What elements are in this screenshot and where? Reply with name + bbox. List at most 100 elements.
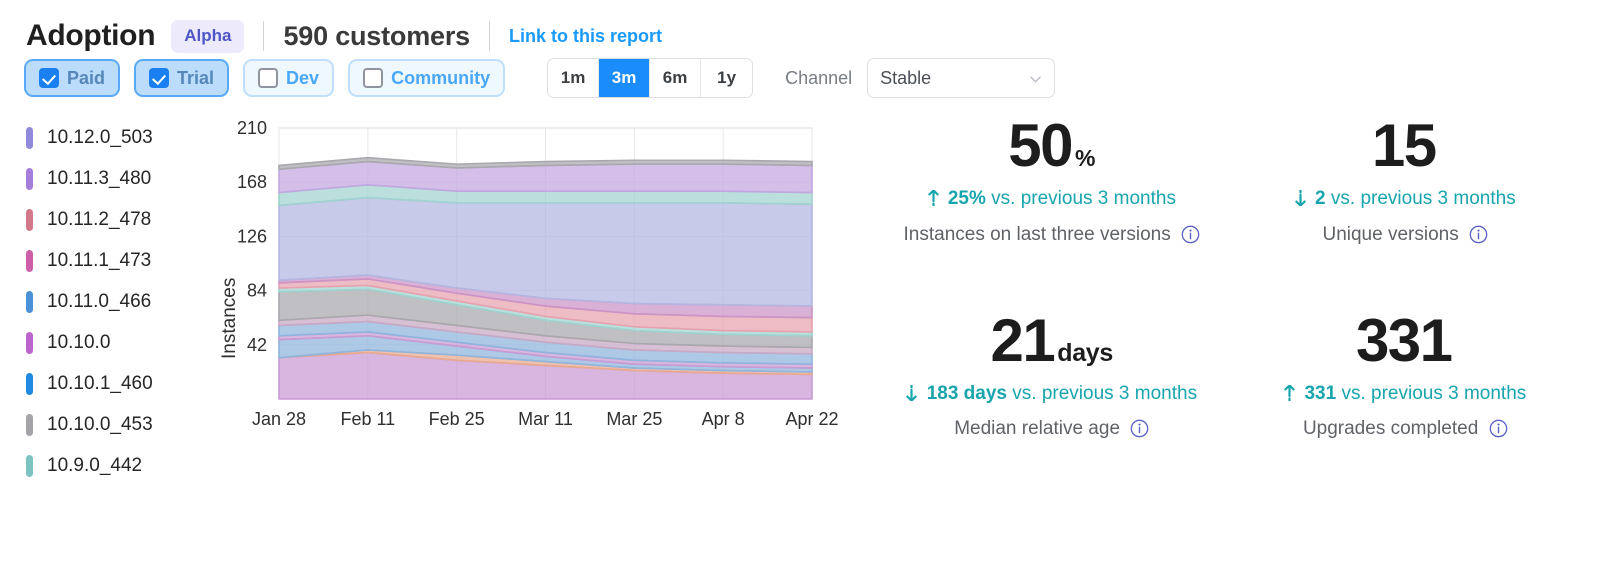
range-button-6m[interactable]: 6m: [650, 59, 702, 97]
kpi-delta-sub: vs. previous 3 months: [1330, 188, 1516, 209]
kpi-value: 331: [1355, 306, 1453, 374]
kpi-grid: 50 % 25% vs. previous 3 months Instances…: [875, 114, 1600, 486]
kpi-median-relative-age: 21 days 183 days vs. previous 3 months M…: [875, 306, 1229, 487]
arrow-up-icon: [1284, 384, 1295, 401]
x-tick-label: Apr 22: [785, 409, 838, 429]
list-item[interactable]: 10.11.1_473: [26, 240, 215, 281]
y-tick-label: 84: [247, 281, 267, 301]
kpi-unit: days: [1057, 338, 1114, 367]
list-item-label: 10.10.0_453: [47, 413, 153, 435]
x-tick-label: Mar 25: [606, 409, 662, 429]
kpi-value-wrap: 50 %: [893, 116, 1211, 176]
kpi-unique-versions: 15 2 vs. previous 3 months Unique versio…: [1229, 116, 1583, 292]
kpi-delta-sub: vs. previous 3 months: [991, 188, 1176, 209]
kpi-delta-sub: vs. previous 3 months: [1341, 382, 1527, 404]
list-item[interactable]: 10.10.0_453: [26, 404, 215, 445]
list-item-label: 10.11.2_478: [47, 208, 152, 230]
y-tick-label: 126: [237, 226, 267, 246]
page-header: Adoption Alpha 590 customers Link to thi…: [0, 0, 1600, 53]
list-item-label: 10.10.0: [47, 331, 111, 353]
kpi-value-wrap: 331: [1247, 306, 1565, 374]
kpi-caption: Instances on last three versions: [893, 222, 1211, 249]
range-button-1m[interactable]: 1m: [548, 59, 600, 97]
list-item-label: 10.11.0_466: [47, 290, 152, 312]
info-icon[interactable]: [1181, 225, 1200, 244]
y-tick-label: 168: [237, 172, 267, 192]
legend-swatch: [26, 126, 33, 149]
filter-chip-label: Paid: [67, 67, 106, 88]
kpi-upgrades-completed: 331 331 vs. previous 3 months Upgrades c…: [1229, 306, 1583, 487]
link-to-this-report[interactable]: Link to this report: [509, 26, 662, 47]
y-tick-label: 210: [237, 118, 267, 138]
report-body: 10.12.0_503 10.11.3_480 10.11.2_478 10.1…: [0, 92, 1600, 486]
filter-chip-community[interactable]: Community: [348, 59, 506, 97]
list-item-label: 10.10.1_460: [47, 372, 153, 394]
channel-select[interactable]: Stable: [867, 58, 1056, 98]
legend-swatch: [26, 372, 33, 395]
filter-chip-label: Dev: [286, 67, 320, 88]
list-item[interactable]: 10.11.0_466: [26, 281, 215, 322]
customer-count: 590 customers: [283, 20, 470, 51]
list-item[interactable]: 10.9.0_442: [26, 445, 215, 486]
list-item[interactable]: 10.10.0: [26, 322, 215, 363]
filter-chip-dev[interactable]: Dev: [243, 59, 335, 97]
kpi-value: 21: [990, 306, 1055, 374]
arrow-down-icon: [906, 384, 918, 401]
legend-swatch: [26, 290, 33, 313]
legend-swatch: [26, 249, 33, 272]
list-item[interactable]: 10.11.3_480: [26, 158, 215, 199]
time-range-selector: 1m 3m 6m 1y: [547, 58, 754, 98]
header-divider-2: [488, 21, 490, 51]
checkbox-icon[interactable]: [258, 68, 279, 88]
channel-select-value: Stable: [880, 67, 932, 88]
kpi-delta-value: 183 days: [926, 382, 1007, 404]
filter-chip-paid[interactable]: Paid: [24, 59, 121, 97]
range-button-1y[interactable]: 1y: [701, 59, 753, 97]
kpi-instances-last-three-versions: 50 % 25% vs. previous 3 months Instances…: [875, 116, 1229, 292]
info-icon[interactable]: [1489, 419, 1508, 438]
header-divider-1: [263, 21, 265, 51]
adoption-area-chart[interactable]: Instances 42 84 126 168 210 Jan 28 Feb 11 Feb 2…: [215, 114, 875, 486]
filter-chip-trial[interactable]: Trial: [134, 59, 230, 97]
kpi-value: 15: [1371, 112, 1437, 179]
kpi-delta: 2 vs. previous 3 months: [1247, 187, 1565, 211]
kpi-caption: Median relative age: [893, 416, 1211, 443]
kpi-delta: 183 days vs. previous 3 months: [893, 382, 1211, 406]
kpi-caption-text: Unique versions: [1322, 223, 1459, 245]
chevron-down-icon: [1030, 76, 1041, 83]
kpi-caption: Unique versions: [1247, 222, 1565, 249]
kpi-unit: %: [1075, 145, 1096, 171]
checkbox-icon[interactable]: [149, 68, 170, 88]
chart-canvas[interactable]: 42 84 126 168 210 Jan 28 Feb 11 Feb 25 Mar 11 Mar…: [217, 114, 857, 444]
arrow-down-icon: [1295, 190, 1306, 206]
kpi-caption-text: Upgrades completed: [1302, 418, 1479, 440]
x-tick-label: Feb 11: [340, 409, 395, 429]
list-item[interactable]: 10.11.2_478: [26, 199, 215, 240]
x-tick-label: Apr 8: [702, 409, 745, 429]
alpha-badge: Alpha: [171, 19, 245, 53]
checkbox-icon[interactable]: [363, 68, 384, 88]
legend-swatch: [26, 208, 33, 231]
list-item[interactable]: 10.10.1_460: [26, 363, 215, 404]
kpi-caption-text: Instances on last three versions: [903, 223, 1171, 245]
arrow-up-icon: [927, 190, 939, 206]
kpi-delta: 331 vs. previous 3 months: [1247, 382, 1565, 406]
filter-chip-label: Community: [391, 67, 491, 88]
kpi-delta-value: 331: [1304, 382, 1337, 404]
checkbox-icon[interactable]: [39, 68, 59, 88]
filter-chip-label: Trial: [177, 67, 215, 88]
legend-swatch: [26, 454, 33, 477]
kpi-delta-sub: vs. previous 3 months: [1012, 382, 1198, 404]
info-icon[interactable]: [1469, 225, 1488, 244]
list-item-label: 10.12.0_503: [47, 126, 153, 148]
list-item[interactable]: 10.12.0_503: [26, 117, 215, 158]
info-icon[interactable]: [1130, 419, 1149, 438]
kpi-value-wrap: 15: [1247, 116, 1565, 176]
kpi-delta: 25% vs. previous 3 months: [893, 187, 1211, 211]
kpi-delta-value: 25%: [947, 188, 986, 209]
x-tick-label: Jan 28: [252, 409, 306, 429]
range-button-3m[interactable]: 3m: [599, 59, 651, 97]
kpi-delta-value: 2: [1315, 188, 1326, 209]
channel-label: Channel: [785, 67, 853, 88]
kpi-caption: Upgrades completed: [1247, 416, 1565, 443]
